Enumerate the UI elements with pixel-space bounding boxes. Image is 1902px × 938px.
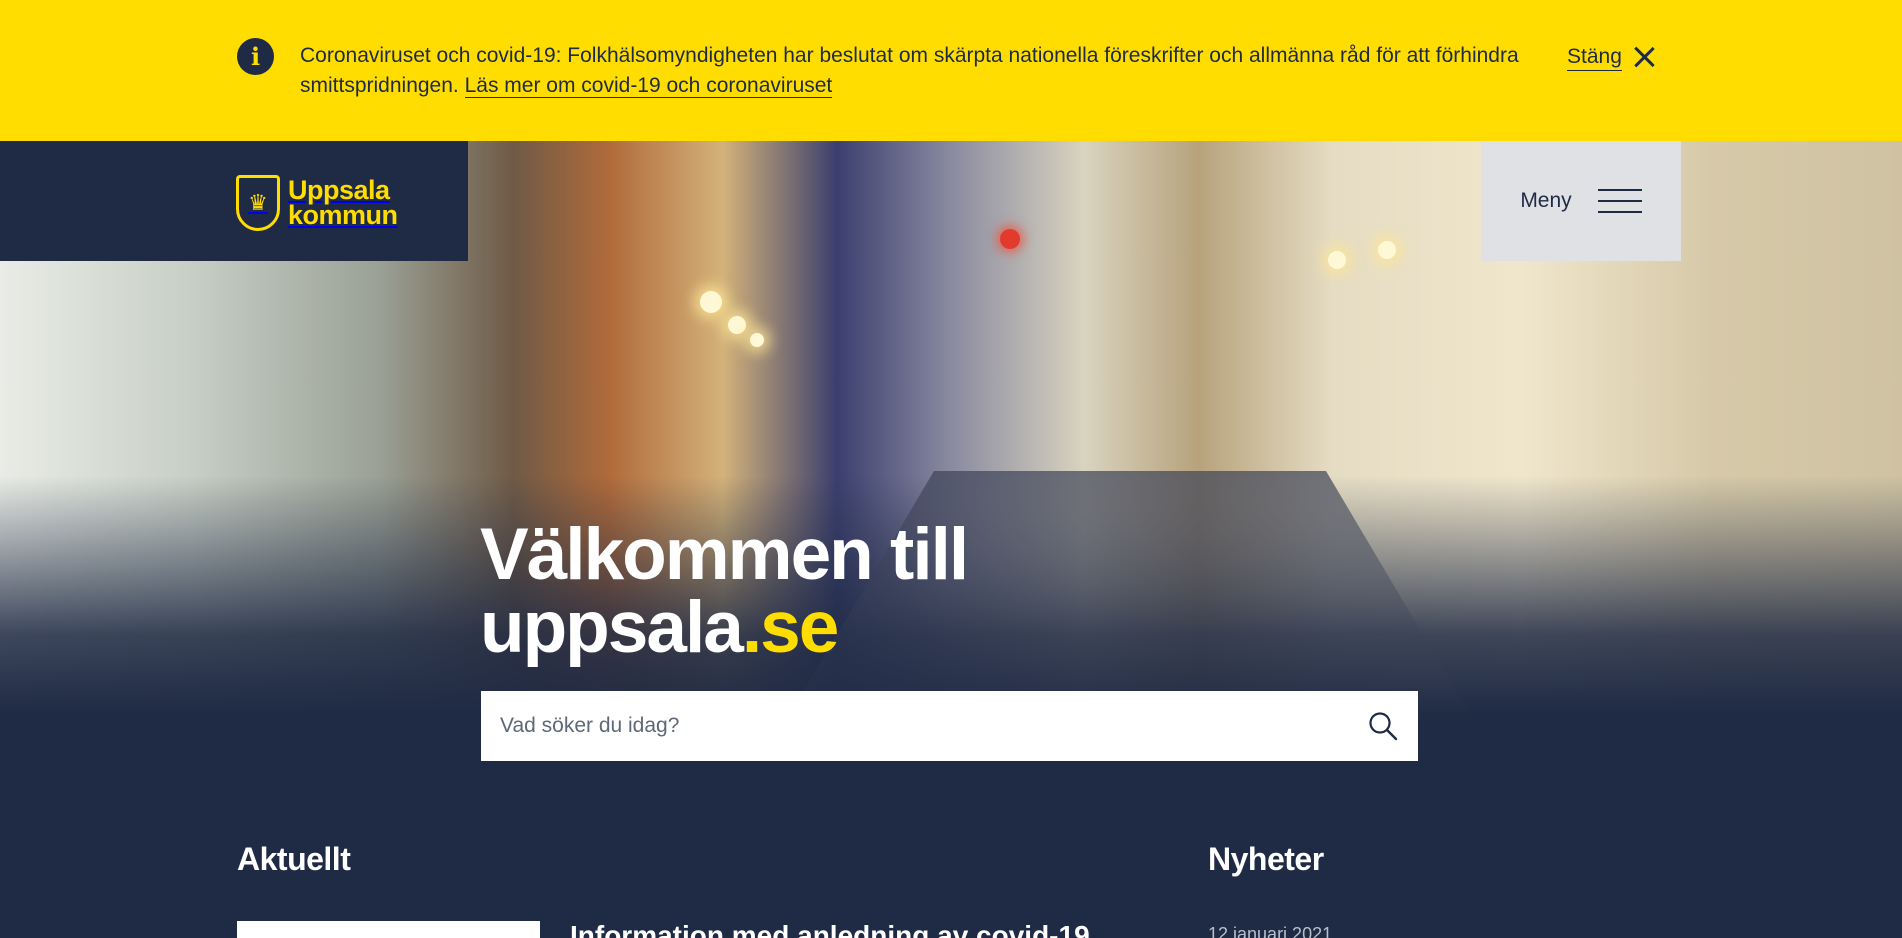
title-line2-accent: .se (741, 587, 839, 668)
street-lamp-light (728, 316, 746, 334)
street-lamp-light (1378, 241, 1396, 259)
christmas-ornament (1000, 229, 1020, 249)
search-input[interactable] (481, 691, 1348, 761)
search-box (481, 691, 1418, 761)
menu-button[interactable]: Meny (1481, 141, 1681, 261)
close-icon (1632, 45, 1656, 69)
alert-message: Coronaviruset och covid-19: Folkhälsomyn… (300, 41, 1550, 101)
search-icon[interactable] (1348, 691, 1418, 761)
alert-close-label: Stäng (1567, 44, 1622, 71)
page-title: Välkommen till uppsala.se (480, 518, 969, 664)
title-line2-main: uppsala (480, 587, 744, 668)
aktuellt-article-link[interactable]: Information med anledning av covid-19 (570, 920, 1090, 938)
menu-label: Meny (1520, 189, 1572, 212)
uppsala-kommun-logo[interactable]: ♛ Uppsala kommun (236, 175, 398, 231)
logo-text: Uppsala kommun (288, 177, 398, 230)
logo-bar (0, 141, 468, 261)
street-lamp-light (750, 333, 764, 347)
aktuellt-heading: Aktuellt (237, 841, 351, 877)
logo-line2: kommun (288, 200, 398, 230)
aktuellt-card-image[interactable] (237, 921, 540, 938)
alert-close-button[interactable]: Stäng (1567, 42, 1656, 72)
street-lamp-light (1328, 251, 1346, 269)
info-icon: i (237, 38, 274, 75)
alert-read-more-link[interactable]: Läs mer om covid-19 och coronaviruset (464, 74, 833, 98)
hamburger-icon (1597, 189, 1642, 213)
nyheter-heading: Nyheter (1208, 841, 1324, 877)
title-line1: Välkommen till (480, 514, 969, 595)
news-date: 12 januari 2021 (1208, 924, 1333, 938)
lion-shield-icon: ♛ (236, 175, 280, 231)
street-lamp-light (700, 291, 722, 313)
covid-alert-banner: i Coronaviruset och covid-19: Folkhälsom… (0, 0, 1902, 141)
